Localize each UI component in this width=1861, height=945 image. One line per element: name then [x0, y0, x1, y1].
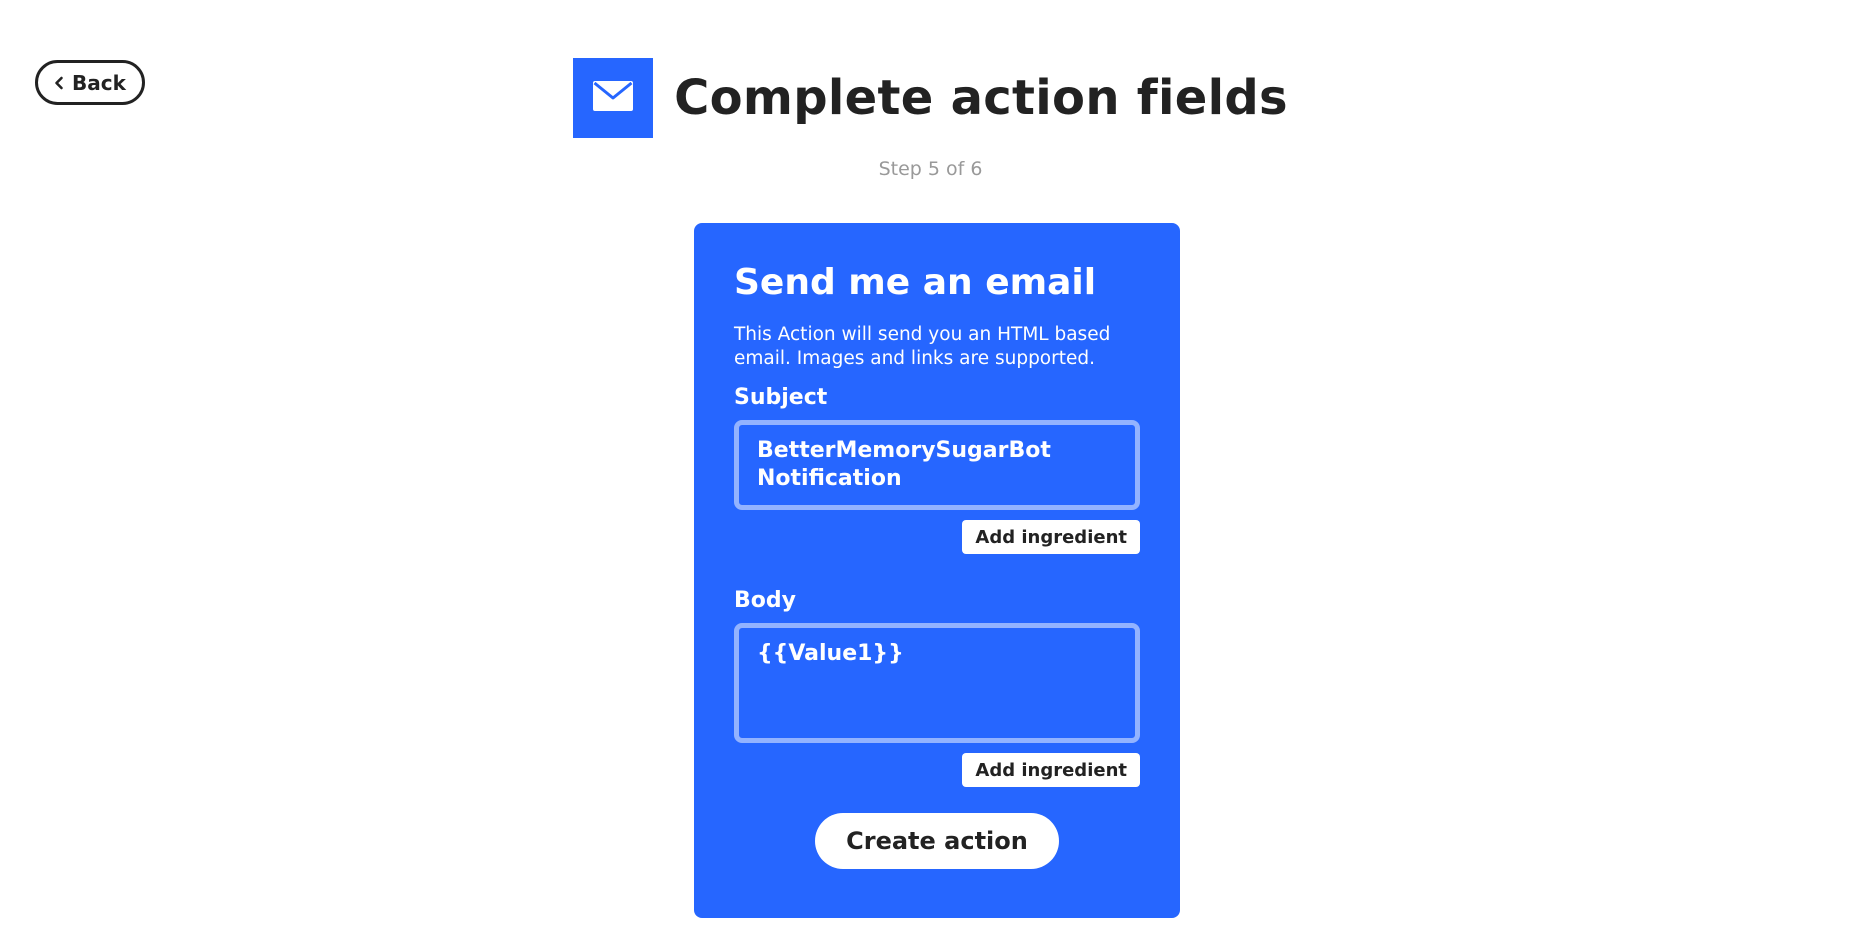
- create-action-row: Create action: [734, 813, 1140, 869]
- body-ingredient-row: Add ingredient: [734, 753, 1140, 787]
- app-root: Back Complete action fields Step 5 of 6 …: [0, 0, 1861, 945]
- service-icon-tile: [573, 58, 654, 138]
- action-title: Send me an email: [734, 262, 1097, 303]
- action-description: This Action will send you an HTML based …: [734, 324, 1111, 369]
- subject-add-ingredient-button[interactable]: Add ingredient: [962, 520, 1140, 554]
- step-indicator: Step 5 of 6: [878, 158, 983, 180]
- create-action-button[interactable]: Create action: [815, 813, 1059, 869]
- subject-label: Subject: [734, 385, 828, 410]
- subject-field[interactable]: BetterMemorySugarBot Notification: [734, 420, 1140, 510]
- envelope-icon: [593, 81, 634, 115]
- subject-ingredient-row: Add ingredient: [734, 520, 1140, 554]
- page-header: Complete action fields: [0, 58, 1861, 138]
- body-label: Body: [734, 588, 796, 613]
- body-add-ingredient-button[interactable]: Add ingredient: [962, 753, 1140, 787]
- page-title: Complete action fields: [674, 70, 1288, 126]
- action-card: Send me an email This Action will send y…: [694, 223, 1180, 918]
- body-field[interactable]: {{Value1}}: [734, 623, 1140, 743]
